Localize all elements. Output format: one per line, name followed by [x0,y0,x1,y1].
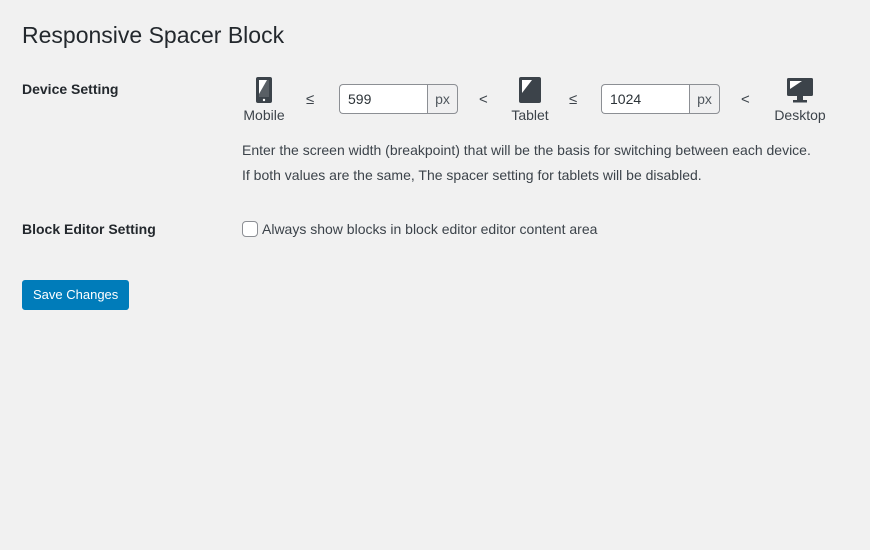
mobile-breakpoint-unit: px [427,84,458,114]
always-show-blocks-label[interactable]: Always show blocks in block editor edito… [262,220,597,238]
smartphone-icon [256,77,272,103]
page-title: Responsive Spacer Block [22,22,285,48]
desktop-icon [787,78,813,103]
mobile-breakpoint-group: px [339,84,458,114]
operator-less-equal: ≤ [306,91,315,108]
tablet-breakpoint-group: px [601,84,720,114]
device-setting-label: Device Setting [22,81,119,97]
device-desktop-label: Desktop [774,107,826,123]
tablet-breakpoint-input[interactable] [601,84,689,114]
mobile-breakpoint-input[interactable] [339,84,427,114]
device-tablet: Tablet [510,76,550,123]
breakpoint-note: If both values are the same, The spacer … [242,167,702,183]
operator-less-than: < [479,91,488,108]
tablet-icon [519,77,541,103]
always-show-blocks-option[interactable]: Always show blocks in block editor edito… [242,220,597,238]
operator-less-equal-2: ≤ [569,91,578,108]
device-tablet-label: Tablet [511,107,549,123]
save-changes-button[interactable]: Save Changes [22,280,130,310]
device-mobile: Mobile [242,76,286,123]
block-editor-setting-label: Block Editor Setting [22,221,156,237]
tablet-breakpoint-unit: px [689,84,720,114]
breakpoint-description: Enter the screen width (breakpoint) that… [242,142,811,158]
device-desktop: Desktop [772,76,828,123]
operator-less-than-2: < [741,91,750,108]
always-show-blocks-checkbox[interactable] [242,221,258,237]
settings-page: Responsive Spacer Block Device Setting M… [0,0,870,550]
device-mobile-label: Mobile [243,107,285,123]
